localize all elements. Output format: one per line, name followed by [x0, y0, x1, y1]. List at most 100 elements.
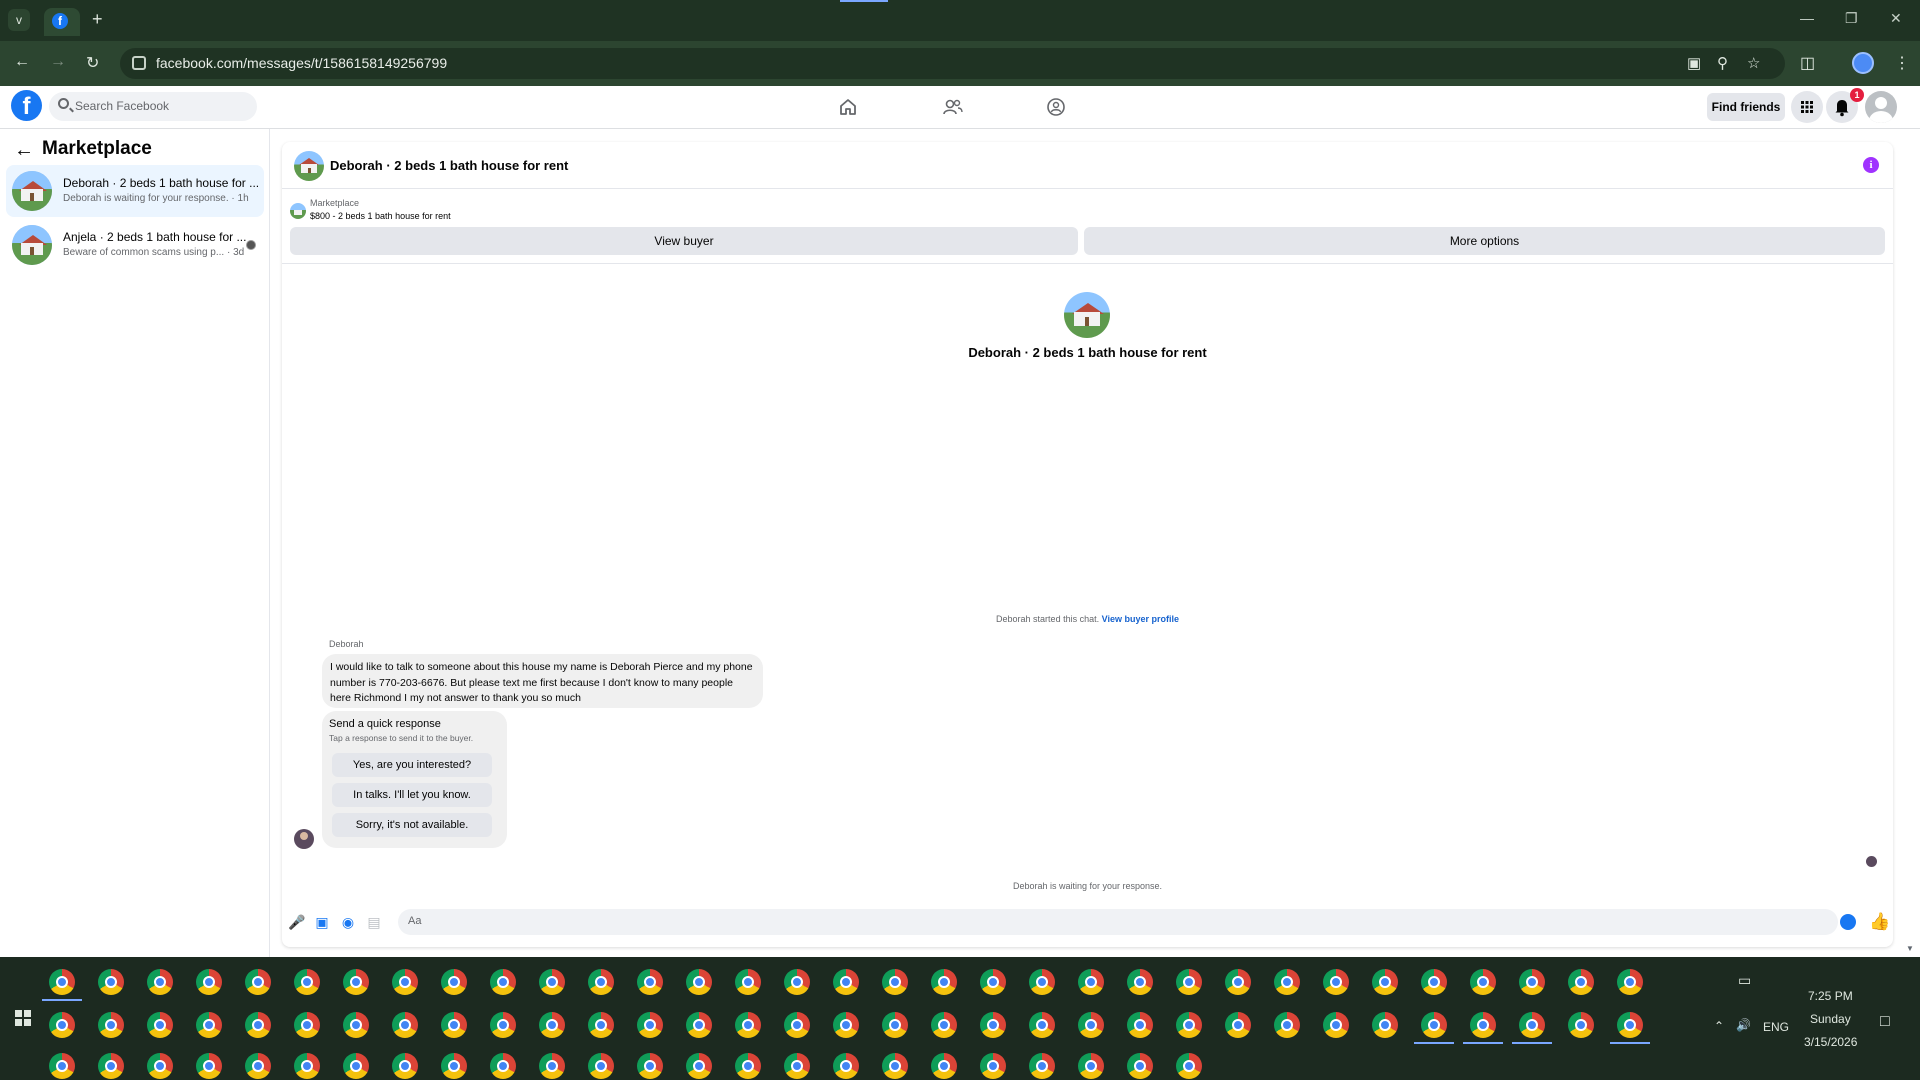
taskbar-chrome-icon[interactable]	[343, 969, 369, 995]
taskbar-chrome-icon[interactable]	[49, 1053, 75, 1079]
tray-overflow-icon[interactable]: ⌃	[1714, 1019, 1724, 1033]
taskbar-chrome-icon[interactable]	[343, 1053, 369, 1079]
home-icon[interactable]	[837, 96, 859, 118]
taskbar-chrome-icon[interactable]	[294, 969, 320, 995]
search-input[interactable]: Search Facebook	[49, 92, 257, 121]
taskbar-chrome-icon[interactable]	[735, 1012, 761, 1038]
taskbar-chrome-icon[interactable]	[1176, 1053, 1202, 1079]
taskbar-chrome-icon[interactable]	[588, 969, 614, 995]
chat-title[interactable]: Deborah · 2 beds 1 bath house for rent	[330, 158, 568, 173]
account-avatar[interactable]	[1865, 91, 1897, 123]
taskbar-chrome-icon[interactable]	[1127, 1012, 1153, 1038]
conversation-item[interactable]: Deborah · 2 beds 1 bath house for ... De…	[6, 165, 264, 217]
taskbar-chrome-icon[interactable]	[392, 1012, 418, 1038]
photo-icon[interactable]: ▣	[314, 914, 330, 930]
taskbar-chrome-icon[interactable]	[1470, 1012, 1496, 1038]
microphone-icon[interactable]: 🎤	[288, 914, 305, 930]
taskbar-chrome-icon[interactable]	[931, 1012, 957, 1038]
clock-time[interactable]: 7:25 PM	[1808, 989, 1853, 1003]
sticker-icon[interactable]: ◉	[340, 914, 356, 930]
taskbar-chrome-icon[interactable]	[539, 1012, 565, 1038]
message-bubble[interactable]: I would like to talk to someone about th…	[322, 654, 763, 708]
taskbar-chrome-icon[interactable]	[931, 1053, 957, 1079]
gif-icon[interactable]: ▤	[366, 914, 382, 930]
taskbar-chrome-icon[interactable]	[637, 1053, 663, 1079]
taskbar-chrome-icon[interactable]	[1617, 1012, 1643, 1038]
taskbar-chrome-icon[interactable]	[1274, 969, 1300, 995]
taskbar-chrome-icon[interactable]	[441, 969, 467, 995]
new-tab-button[interactable]: +	[92, 9, 103, 30]
bookmark-star-icon[interactable]: ☆	[1747, 54, 1760, 72]
taskbar-chrome-icon[interactable]	[1029, 1012, 1055, 1038]
taskbar-chrome-icon[interactable]	[784, 969, 810, 995]
taskbar-chrome-icon[interactable]	[931, 969, 957, 995]
view-buyer-button[interactable]: View buyer	[290, 227, 1078, 255]
taskbar-chrome-icon[interactable]	[1519, 1012, 1545, 1038]
restore-icon[interactable]: ❐	[1845, 10, 1858, 27]
taskbar-chrome-icon[interactable]	[1078, 969, 1104, 995]
taskbar-chrome-icon[interactable]	[784, 1053, 810, 1079]
taskbar-chrome-icon[interactable]	[490, 969, 516, 995]
taskbar-chrome-icon[interactable]	[1568, 969, 1594, 995]
taskbar-chrome-icon[interactable]	[1470, 969, 1496, 995]
quick-reply-button[interactable]: Yes, are you interested?	[332, 753, 492, 777]
taskbar-chrome-icon[interactable]	[441, 1053, 467, 1079]
taskbar-chrome-icon[interactable]	[882, 1053, 908, 1079]
taskbar-chrome-icon[interactable]	[147, 1012, 173, 1038]
taskbar-chrome-icon[interactable]	[686, 1053, 712, 1079]
address-url[interactable]: facebook.com/messages/t/1586158149256799	[156, 55, 447, 71]
taskbar-chrome-icon[interactable]	[588, 1012, 614, 1038]
taskbar-chrome-icon[interactable]	[1274, 1012, 1300, 1038]
zoom-icon[interactable]: ⚲	[1717, 54, 1728, 72]
taskbar-chrome-icon[interactable]	[1372, 1012, 1398, 1038]
taskbar-chrome-icon[interactable]	[98, 1012, 124, 1038]
taskbar-chrome-icon[interactable]	[196, 969, 222, 995]
find-friends-button[interactable]: Find friends	[1707, 93, 1785, 121]
back-icon[interactable]: ←	[14, 53, 30, 71]
extensions-icon[interactable]: ◫	[1800, 53, 1815, 73]
taskbar-chrome-icon[interactable]	[147, 1053, 173, 1079]
taskbar-chrome-icon[interactable]	[980, 1012, 1006, 1038]
taskbar-chrome-icon[interactable]	[1176, 1012, 1202, 1038]
taskbar-chrome-icon[interactable]	[539, 1053, 565, 1079]
taskbar-chrome-icon[interactable]	[49, 969, 75, 995]
clock-date[interactable]: 3/15/2026	[1804, 1035, 1857, 1049]
reload-icon[interactable]: ↻	[86, 53, 99, 73]
chat-avatar[interactable]	[294, 151, 324, 181]
minimize-icon[interactable]: —	[1800, 10, 1814, 26]
taskbar-chrome-icon[interactable]	[539, 969, 565, 995]
back-arrow-icon[interactable]: ←	[14, 139, 34, 162]
taskbar-chrome-icon[interactable]	[833, 1053, 859, 1079]
taskbar-chrome-icon[interactable]	[686, 1012, 712, 1038]
taskbar-chrome-icon[interactable]	[1176, 969, 1202, 995]
scroll-down-arrow[interactable]: ▼	[1906, 944, 1914, 953]
taskbar-chrome-icon[interactable]	[1029, 969, 1055, 995]
clock-day[interactable]: Sunday	[1810, 1012, 1851, 1026]
taskbar-chrome-icon[interactable]	[833, 969, 859, 995]
taskbar-chrome-icon[interactable]	[196, 1012, 222, 1038]
taskbar-chrome-icon[interactable]	[784, 1012, 810, 1038]
taskbar-chrome-icon[interactable]	[490, 1012, 516, 1038]
view-buyer-profile-link[interactable]: View buyer profile	[1102, 614, 1179, 624]
address-bar[interactable]: facebook.com/messages/t/1586158149256799…	[120, 48, 1785, 79]
taskbar-chrome-icon[interactable]	[1323, 1012, 1349, 1038]
taskbar-chrome-icon[interactable]	[1029, 1053, 1055, 1079]
taskbar-chrome-icon[interactable]	[1568, 1012, 1594, 1038]
windows-start-icon[interactable]	[15, 1010, 31, 1026]
taskbar-chrome-icon[interactable]	[686, 969, 712, 995]
taskbar-chrome-icon[interactable]	[1519, 969, 1545, 995]
taskbar-chrome-icon[interactable]	[441, 1012, 467, 1038]
taskbar-chrome-icon[interactable]	[245, 969, 271, 995]
taskbar-chrome-icon[interactable]	[735, 969, 761, 995]
emoji-icon[interactable]	[1840, 914, 1856, 930]
taskbar-chrome-icon[interactable]	[1127, 1053, 1153, 1079]
taskbar-chrome-icon[interactable]	[882, 969, 908, 995]
info-icon[interactable]: i	[1863, 157, 1879, 173]
notification-center-icon[interactable]: □	[1880, 1013, 1890, 1031]
quick-reply-button[interactable]: Sorry, it's not available.	[332, 813, 492, 837]
tab-search-button[interactable]: v	[8, 9, 30, 31]
taskbar-chrome-icon[interactable]	[1421, 1012, 1447, 1038]
menu-grid-button[interactable]	[1791, 91, 1823, 123]
taskbar-chrome-icon[interactable]	[98, 1053, 124, 1079]
taskbar-chrome-icon[interactable]	[490, 1053, 516, 1079]
